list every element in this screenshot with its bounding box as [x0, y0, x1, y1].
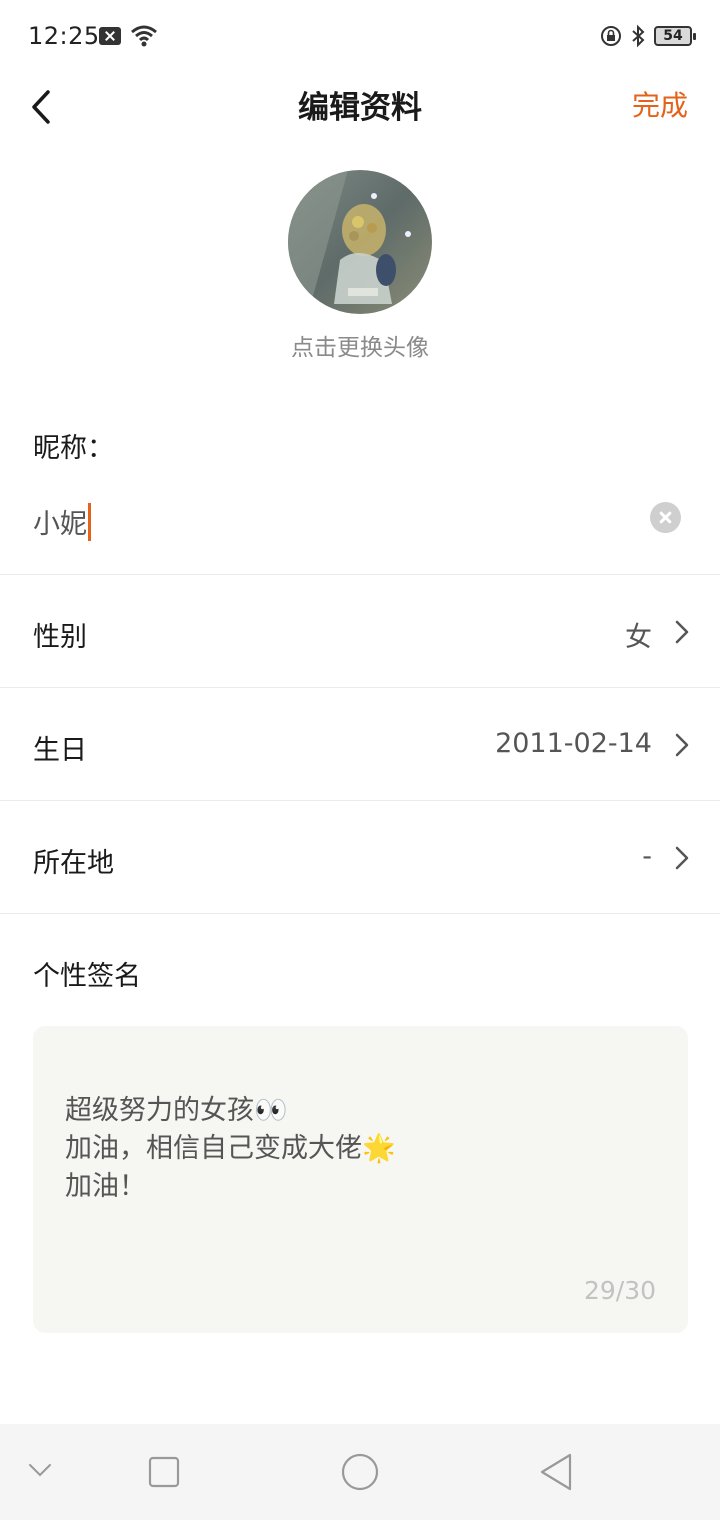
system-nav-bar [0, 1424, 720, 1520]
birthday-value: 2011-02-14 [495, 728, 652, 759]
avatar-image [288, 170, 432, 314]
signature-char-count: 29/30 [583, 1276, 656, 1305]
chevron-right-icon [675, 846, 689, 870]
page-title: 编辑资料 [298, 90, 422, 126]
gender-value: 女 [625, 622, 652, 653]
clear-icon[interactable] [650, 502, 681, 533]
change-avatar-hint[interactable]: 点击更换头像 [0, 328, 720, 362]
wifi-icon [131, 25, 157, 47]
signature-text: 超级努力的女孩👀 加油，相信自己变成大佬🌟 加油！ [65, 1095, 396, 1202]
status-bar: 12:25 54 [0, 0, 720, 72]
gender-label: 性别 [33, 622, 87, 653]
text-caret [88, 503, 91, 541]
chevron-right-icon [675, 620, 689, 644]
signature-label: 个性签名 [33, 961, 141, 992]
chevron-down-icon[interactable] [28, 1462, 52, 1478]
nickname-input[interactable]: 小妮 [0, 490, 720, 550]
header: 编辑资料 完成 [0, 72, 720, 132]
recent-apps-icon[interactable] [148, 1456, 180, 1488]
avatar[interactable] [288, 170, 432, 314]
status-time: 12:25 [28, 22, 100, 50]
chevron-right-icon [675, 733, 689, 757]
divider [0, 913, 720, 914]
signature-textarea[interactable]: 超级努力的女孩👀 加油，相信自己变成大佬🌟 加油！ 29/30 [33, 1026, 688, 1333]
birthday-row[interactable]: 生日 2011-02-14 [0, 688, 720, 800]
back-triangle-icon[interactable] [538, 1452, 574, 1492]
done-button[interactable]: 完成 [632, 84, 688, 124]
gender-row[interactable]: 性别 女 [0, 575, 720, 687]
bluetooth-icon [632, 24, 645, 48]
location-label: 所在地 [33, 848, 114, 879]
nickname-label: 昵称： [33, 433, 114, 464]
location-row[interactable]: 所在地 - [0, 801, 720, 913]
nickname-value[interactable]: 小妮 [33, 509, 87, 540]
home-icon[interactable] [340, 1452, 380, 1492]
rotation-lock-icon [601, 26, 621, 46]
location-value: - [642, 841, 652, 872]
notification-close-icon [99, 27, 121, 45]
battery-icon: 54 [654, 26, 696, 46]
birthday-label: 生日 [33, 735, 87, 766]
